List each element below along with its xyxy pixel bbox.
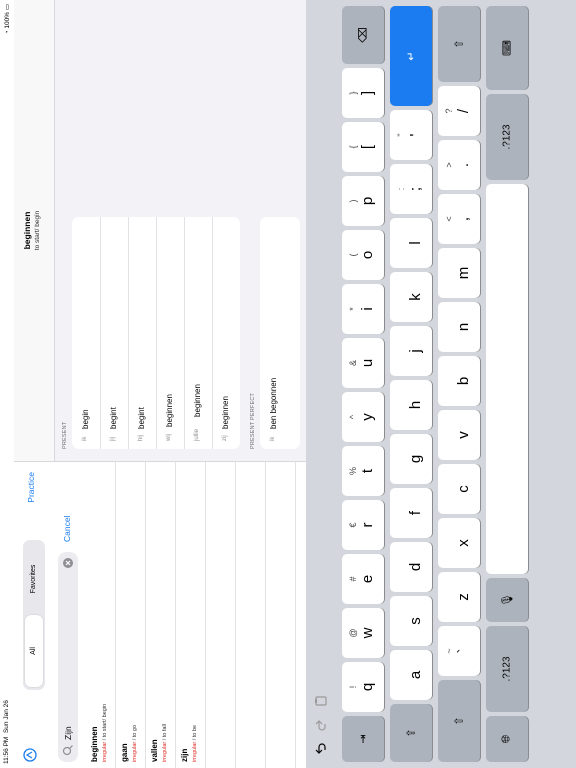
conjugation-row: jullie beginnen [184, 217, 213, 449]
key-a[interactable]: a [390, 650, 432, 700]
search-icon [62, 745, 73, 756]
shift-key-right[interactable]: ⇧ [438, 6, 480, 82]
detail-title: beginnen [22, 211, 32, 250]
key-g[interactable]: g [390, 434, 432, 484]
key-backtick[interactable]: ~ ` [438, 626, 480, 676]
segment-favorites[interactable]: Favorites [25, 543, 43, 615]
key-l[interactable]: l [390, 218, 432, 268]
key-d[interactable]: d [390, 542, 432, 592]
sidebar: All Favorites Practice Cancel beg [14, 461, 306, 768]
segment-all[interactable]: All [25, 615, 43, 687]
app-logo-icon[interactable] [23, 748, 37, 762]
search-input[interactable] [60, 580, 76, 740]
present-perfect-section-label: PRESENT PERFECT [250, 392, 256, 449]
key-s[interactable]: s [390, 596, 432, 646]
empty-row [266, 462, 296, 768]
return-key[interactable]: ↵ [390, 6, 432, 106]
key-i[interactable]: * i [342, 284, 384, 334]
numbers-key-right[interactable]: .?123 [486, 94, 528, 180]
status-bar: 11:56 PM Sun Jan 26 ◔ 100% ▭ [0, 0, 14, 768]
filter-segmented-control: All Favorites [23, 540, 45, 690]
empty-row [206, 462, 236, 768]
key-r[interactable]: € r [342, 500, 384, 550]
space-key[interactable] [486, 184, 528, 574]
key-j[interactable]: j [390, 326, 432, 376]
globe-key[interactable]: 🌐︎ [486, 716, 528, 762]
conjugation-row: zij beginnen [221, 396, 230, 441]
result-meaning: irregular / to fall [162, 724, 168, 762]
status-battery: ◔ 100% ▭ [4, 4, 11, 35]
caps-lock-key[interactable]: ⇪ [390, 704, 432, 762]
shift-key-left[interactable]: ⇧ [438, 680, 480, 762]
key-b[interactable]: b [438, 356, 480, 406]
list-item[interactable]: vallen irregular / to fall [146, 462, 176, 768]
present-card: ik begin jij begint hij begint wij beginnen … [72, 217, 240, 449]
undo-icon[interactable] [314, 742, 328, 756]
key-bracket-right[interactable]: }] [342, 68, 384, 118]
dictation-key[interactable]: 🎙︎ [486, 578, 528, 622]
result-meaning: irregular / to start/ begin [102, 703, 108, 762]
present-section-label: PRESENT [62, 421, 68, 449]
practice-button[interactable]: Practice [26, 472, 36, 503]
status-time-date: 11:56 PM Sun Jan 26 [3, 700, 10, 764]
rotated-screen: 11:56 PM Sun Jan 26 ◔ 100% ▭ All Favorit… [0, 0, 576, 768]
result-word: beginnen [90, 726, 99, 762]
key-h[interactable]: h [390, 380, 432, 430]
key-t[interactable]: % t [342, 446, 384, 496]
numbers-key-left[interactable]: .?123 [486, 626, 528, 712]
detail-header: beginnen to start/ begin [14, 0, 55, 461]
key-u[interactable]: & u [342, 338, 384, 388]
key-v[interactable]: v [438, 410, 480, 460]
key-quote[interactable]: " ' [390, 110, 432, 160]
paste-icon[interactable] [314, 694, 328, 708]
key-y[interactable]: ^ y [342, 392, 384, 442]
result-word: gaan [120, 743, 129, 762]
key-comma[interactable]: <, [438, 194, 480, 244]
detail-subtitle: to start/ begin [34, 210, 41, 251]
key-f[interactable]: f [390, 488, 432, 538]
key-m[interactable]: m [438, 248, 480, 298]
conjugation-row: jij begint [100, 217, 129, 449]
list-item[interactable]: zijn irregular / to be [176, 462, 206, 768]
empty-row [236, 462, 266, 768]
result-meaning: irregular / to be [192, 724, 198, 762]
key-q[interactable]: ! q [342, 662, 384, 712]
search-area: Cancel [54, 462, 86, 768]
conjugation-row: ik begin [72, 217, 101, 449]
key-c[interactable]: c [438, 464, 480, 514]
result-word: zijn [180, 748, 189, 762]
result-meaning: irregular / to go [132, 724, 138, 762]
list-item[interactable]: gaan irregular / to go [116, 462, 146, 768]
key-bracket-left[interactable]: {[ [342, 122, 384, 172]
key-w[interactable]: @ w [342, 608, 384, 658]
conjugation-row: ik ben begonnen [269, 377, 278, 441]
key-k[interactable]: k [390, 272, 432, 322]
key-period[interactable]: >. [438, 140, 480, 190]
keyboard-toolbar [306, 0, 336, 768]
clear-search-icon[interactable] [63, 558, 73, 568]
key-n[interactable]: n [438, 302, 480, 352]
results-list: beginnen irregular / to start/ begin gaa… [86, 462, 296, 768]
sidebar-header: All Favorites Practice [14, 462, 54, 768]
list-item[interactable]: beginnen irregular / to start/ begin [86, 462, 116, 768]
key-p[interactable]: ) p [342, 176, 384, 226]
redo-icon[interactable] [314, 718, 328, 732]
key-z[interactable]: z [438, 572, 480, 622]
search-field [58, 552, 78, 762]
key-slash[interactable]: ? / [438, 86, 480, 136]
hide-keyboard-key[interactable]: ⌨︎ [486, 6, 528, 90]
tab-key[interactable]: ⇥ [342, 716, 384, 762]
conjugation-row: hij begint [128, 217, 157, 449]
conjugation-row: wij beginnen [156, 217, 185, 449]
key-e[interactable]: # e [342, 554, 384, 604]
delete-key[interactable]: ⌫ [342, 6, 384, 64]
key-semicolon[interactable]: :; [390, 164, 432, 214]
key-x[interactable]: x [438, 518, 480, 568]
detail-pane: beginnen to start/ begin PRESENT ik begin… [14, 0, 306, 461]
cancel-button[interactable]: Cancel [62, 516, 72, 542]
onscreen-keyboard: ⇥ ! q @ w # e € r % t ^ y & u * i (o ) p {[ }] ⌫ … [306, 0, 576, 768]
result-word: vallen [150, 739, 159, 762]
key-o[interactable]: (o [342, 230, 384, 280]
present-perfect-card: ik ben begonnen [260, 217, 300, 449]
